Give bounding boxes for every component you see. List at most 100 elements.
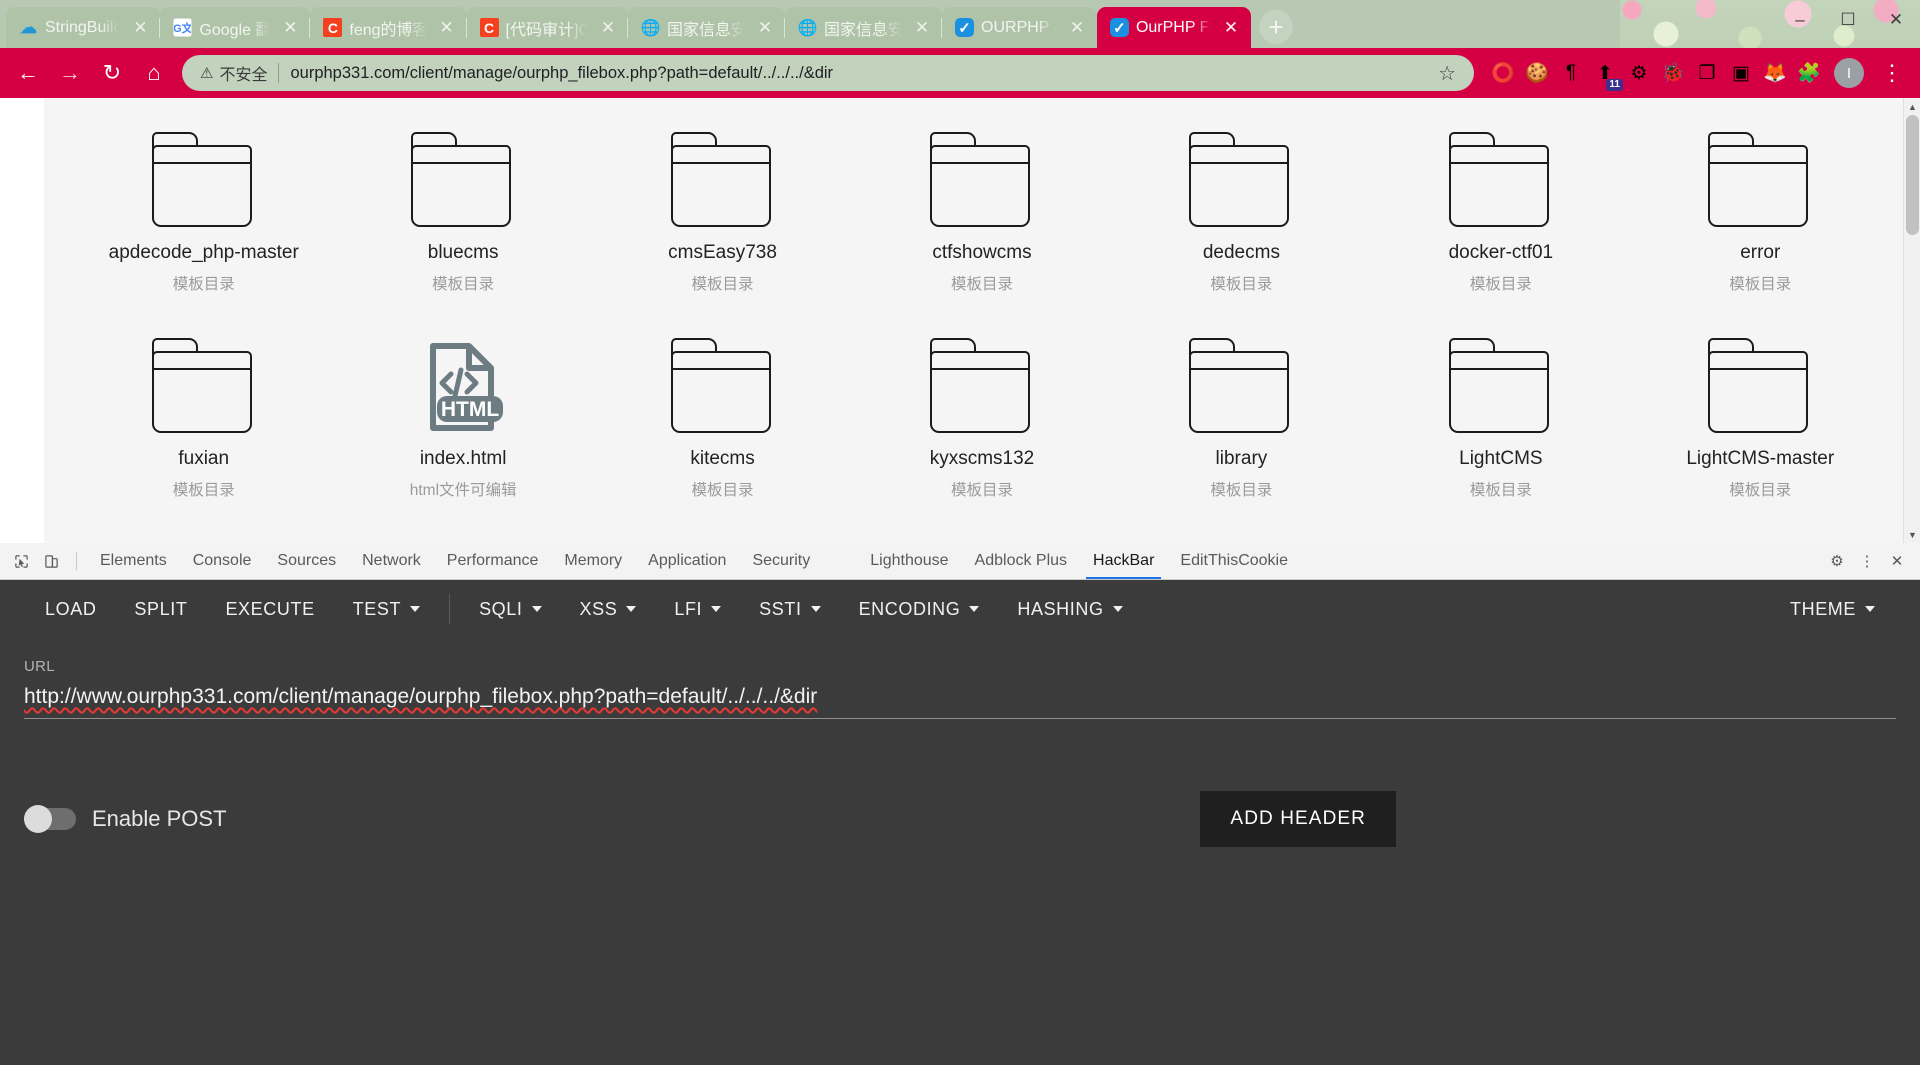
file-item[interactable]: HTML index.html html文件可编辑: [333, 322, 592, 512]
close-tab-button[interactable]: ✕: [754, 17, 776, 39]
circle-ring-icon[interactable]: ⭕: [1486, 56, 1520, 90]
scrollbar-thumb[interactable]: [1906, 115, 1919, 235]
folder-item[interactable]: ctfshowcms 模板目录: [852, 116, 1111, 306]
folder-item[interactable]: kitecms 模板目录: [593, 322, 852, 512]
close-tab-button[interactable]: ✕: [911, 17, 933, 39]
tab-title: [代码审计]C: [505, 21, 590, 39]
reload-button[interactable]: ↻: [92, 53, 132, 93]
folder-icon: [669, 338, 777, 436]
home-button[interactable]: ⌂: [134, 53, 174, 93]
devtools-tab-performance[interactable]: Performance: [434, 543, 552, 579]
folder-item[interactable]: LightCMS 模板目录: [1371, 322, 1630, 512]
devtools-tab-console[interactable]: Console: [180, 543, 265, 579]
upload-box-icon[interactable]: ⬆ 11: [1588, 56, 1623, 91]
devtools-tab-lighthouse[interactable]: Lighthouse: [857, 543, 961, 579]
gear-icon[interactable]: ⚙: [1822, 546, 1852, 576]
browser-tab[interactable]: ✓ OURPHP - ✕: [941, 7, 1097, 48]
close-tab-button[interactable]: ✕: [436, 17, 458, 39]
omnibox[interactable]: ⚠ 不安全 ourphp331.com/client/manage/ourphp…: [182, 55, 1474, 91]
file-name: fuxian: [178, 448, 230, 469]
folder-icon: [669, 132, 777, 230]
globe-icon: 🌐: [640, 19, 660, 37]
close-tab-button[interactable]: ✕: [1220, 17, 1242, 39]
browser-tab[interactable]: ✓ OurPHP Fi ✕: [1096, 7, 1252, 48]
hackbar-xss-button[interactable]: XSS: [561, 580, 656, 638]
bug-icon[interactable]: 🐞: [1656, 56, 1690, 90]
hackbar-ssti-button[interactable]: SSTI: [740, 580, 839, 638]
paragraph-arrow-icon[interactable]: ¶: [1554, 56, 1588, 90]
back-button[interactable]: ←: [8, 53, 48, 93]
hackbar-url-value[interactable]: http://www.ourphp331.com/client/manage/o…: [24, 685, 1896, 709]
folder-item[interactable]: library 模板目录: [1112, 322, 1371, 512]
devtools-tab-application[interactable]: Application: [635, 543, 739, 579]
devtools-tab-adblock-plus[interactable]: Adblock Plus: [962, 543, 1081, 579]
devtools-tab-hackbar[interactable]: HackBar: [1080, 543, 1167, 579]
devtools-tab-memory[interactable]: Memory: [551, 543, 635, 579]
chevron-down-icon: [626, 606, 637, 612]
avatar[interactable]: I: [1834, 58, 1864, 88]
devtools-tab-editthiscookie[interactable]: EditThisCookie: [1167, 543, 1301, 579]
browser-tab[interactable]: 🌐 国家信息安 ✕: [626, 7, 785, 48]
folder-item[interactable]: kyxscms132 模板目录: [852, 322, 1111, 512]
browser-tab[interactable]: ☁ StringBuild ✕: [6, 7, 161, 48]
folder-item[interactable]: cmsEasy738 模板目录: [593, 116, 852, 306]
devtools-tab-security[interactable]: Security: [739, 543, 823, 579]
url-text[interactable]: ourphp331.com/client/manage/ourphp_fileb…: [290, 64, 1428, 83]
cookie-icon[interactable]: 🍪: [1520, 56, 1554, 90]
hackbar-split-button[interactable]: SPLIT: [115, 580, 206, 638]
devtools-tab-sources[interactable]: Sources: [264, 543, 349, 579]
new-tab-button[interactable]: +: [1259, 10, 1294, 44]
browser-tab[interactable]: C [代码审计]C ✕: [465, 7, 628, 48]
puzzle-icon[interactable]: 🧩: [1792, 56, 1826, 90]
folder-item[interactable]: LightCMS-master 模板目录: [1631, 322, 1890, 512]
browser-tab[interactable]: Cfeng的博客 ✕: [309, 7, 467, 48]
url-field-label: URL: [24, 658, 55, 675]
hackbar-lfi-button[interactable]: LFI: [655, 580, 740, 638]
hackbar-hashing-button[interactable]: HASHING: [998, 580, 1141, 638]
hackbar-sqli-button[interactable]: SQLI: [460, 580, 560, 638]
hackbar-theme-button[interactable]: THEME: [1771, 580, 1894, 638]
devtools-more-icon[interactable]: ⋮: [1852, 546, 1882, 576]
clipboard-icon[interactable]: ❐: [1690, 56, 1724, 90]
maximize-button[interactable]: ☐: [1824, 0, 1872, 40]
hackbar-test-button[interactable]: TEST: [334, 580, 439, 638]
hackbar-url-input[interactable]: http://www.ourphp331.com/client/manage/o…: [24, 685, 1896, 719]
close-tab-button[interactable]: ✕: [279, 17, 301, 39]
forward-button[interactable]: →: [50, 53, 90, 93]
close-tab-button[interactable]: ✕: [1066, 17, 1088, 39]
device-toolbar-icon[interactable]: [36, 546, 66, 576]
hackbar-button-label: ENCODING: [858, 598, 961, 619]
video-icon[interactable]: ▣: [1724, 56, 1758, 90]
folder-icon: [1447, 132, 1555, 230]
gear-bug-icon[interactable]: ⚙: [1622, 56, 1656, 90]
folder-item[interactable]: apdecode_php-master 模板目录: [74, 116, 333, 306]
page-scrollbar[interactable]: ▲ ▼: [1903, 98, 1920, 543]
folder-item[interactable]: error 模板目录: [1631, 116, 1890, 306]
scroll-down-arrow[interactable]: ▼: [1904, 526, 1920, 543]
folder-item[interactable]: bluecms 模板目录: [333, 116, 592, 306]
folder-item[interactable]: dedecms 模板目录: [1112, 116, 1371, 306]
folder-item[interactable]: fuxian 模板目录: [74, 322, 333, 512]
bookmark-star-icon[interactable]: ☆: [1428, 61, 1466, 86]
close-devtools-icon[interactable]: ✕: [1882, 546, 1912, 576]
minimize-button[interactable]: –: [1776, 0, 1824, 40]
chevron-down-icon: [1865, 606, 1875, 612]
close-tab-button[interactable]: ✕: [597, 17, 619, 39]
folder-item[interactable]: docker-ctf01 模板目录: [1371, 116, 1630, 306]
inspect-cursor-icon[interactable]: [6, 546, 36, 576]
fox-icon[interactable]: 🦊: [1758, 56, 1792, 90]
devtools-tab-elements[interactable]: Elements: [87, 543, 180, 579]
scroll-up-arrow[interactable]: ▲: [1904, 98, 1920, 115]
hackbar-encoding-button[interactable]: ENCODING: [840, 580, 999, 638]
hackbar-load-button[interactable]: LOAD: [26, 580, 115, 638]
close-tab-button[interactable]: ✕: [129, 17, 151, 39]
folder-icon: [1447, 338, 1555, 436]
enable-post-toggle[interactable]: [24, 805, 76, 833]
devtools-tab-network[interactable]: Network: [349, 543, 434, 579]
browser-tab[interactable]: 🌐 国家信息安 ✕: [783, 7, 943, 48]
chrome-menu-button[interactable]: ⋮: [1872, 53, 1912, 93]
add-header-button[interactable]: ADD HEADER: [1200, 791, 1396, 847]
browser-tab[interactable]: G文 Google 翻 ✕: [159, 7, 311, 48]
close-window-button[interactable]: ✕: [1872, 0, 1920, 40]
hackbar-execute-button[interactable]: EXECUTE: [206, 580, 333, 638]
